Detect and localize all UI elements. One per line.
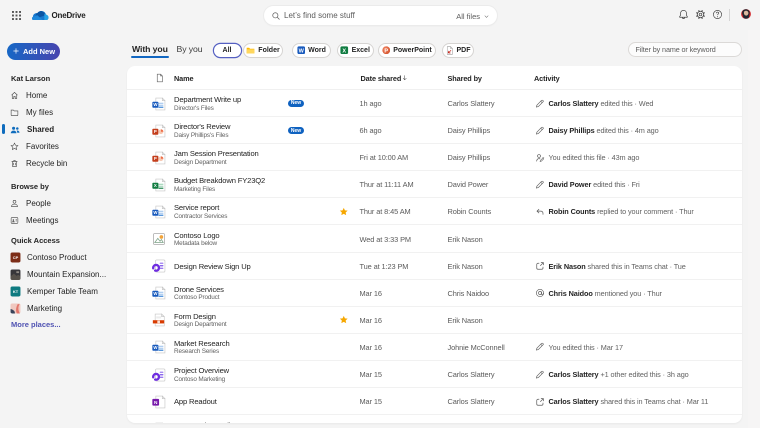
svg-text:CP: CP <box>13 255 19 260</box>
svg-text:KT: KT <box>13 289 19 294</box>
